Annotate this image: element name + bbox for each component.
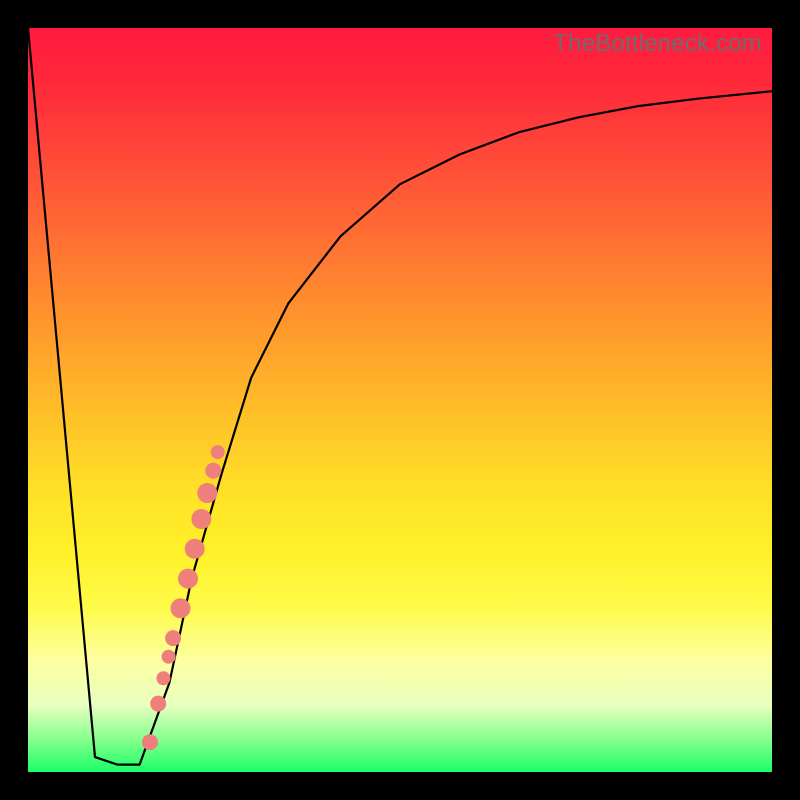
chart-svg: [28, 28, 772, 772]
plot-area: TheBottleneck.com: [28, 28, 772, 772]
data-marker: [156, 671, 170, 685]
data-marker: [185, 539, 205, 559]
data-marker: [162, 650, 176, 664]
data-marker: [150, 696, 166, 712]
data-marker: [178, 569, 198, 589]
chart-frame: TheBottleneck.com: [0, 0, 800, 800]
markers-layer: [142, 445, 225, 750]
data-marker: [211, 445, 225, 459]
data-marker: [191, 509, 211, 529]
data-marker: [142, 734, 158, 750]
curve-layer: [28, 28, 772, 765]
data-marker: [171, 598, 191, 618]
data-marker: [205, 463, 221, 479]
data-marker: [197, 483, 217, 503]
bottleneck-curve: [28, 28, 772, 765]
data-marker: [165, 630, 181, 646]
